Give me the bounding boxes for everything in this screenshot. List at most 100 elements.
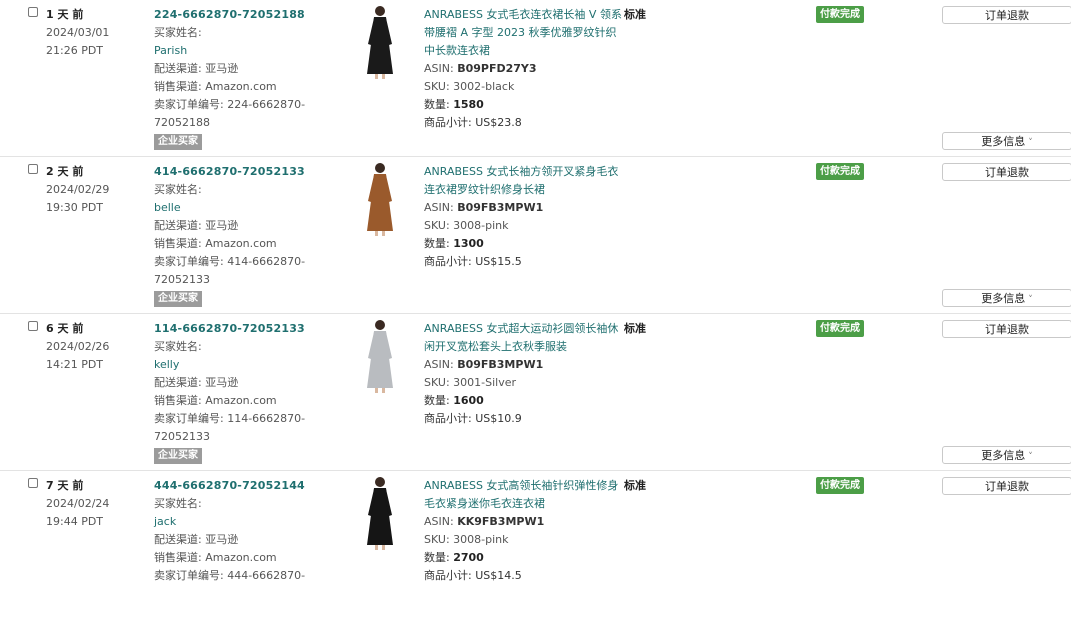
- order-date: 2024/02/24: [46, 497, 110, 510]
- product-title-line[interactable]: 毛衣紧身迷你毛衣连衣裙: [424, 495, 659, 513]
- asin-value: B09FB3MPW1: [457, 201, 544, 214]
- sku: SKU: 3008-pink: [424, 219, 509, 232]
- order-info: 414-6662870-72052133 买家姓名: belle 配送渠道: 亚…: [154, 163, 309, 307]
- seller-order-number: 卖家订单编号: 224-6662870-: [154, 98, 306, 111]
- asin-value: B09FB3MPW1: [457, 358, 544, 371]
- payment-status-badge: 付款完成: [816, 6, 864, 23]
- order-date: 2024/02/29: [46, 183, 110, 196]
- order-time: 21:26 PDT: [46, 44, 104, 57]
- order-date: 2024/02/26: [46, 340, 110, 353]
- item-subtotal: 商品小计: US$14.5: [424, 569, 522, 582]
- order-date-block: 2 天 前 2024/02/29 19:30 PDT: [46, 163, 109, 217]
- buyer-label: 买家姓名:: [154, 26, 202, 39]
- asin-line: ASIN: B09FB3MPW1: [424, 201, 544, 214]
- business-buyer-badge: 企业买家: [154, 134, 202, 150]
- order-list: 1 天 前 2024/03/01 21:26 PDT 224-6662870-7…: [0, 0, 1071, 628]
- product-title-line[interactable]: 带腰褶 A 字型 2023 秋季优雅罗纹针织: [424, 24, 659, 42]
- order-info: 444-6662870-72052144 买家姓名: jack 配送渠道: 亚马…: [154, 477, 309, 585]
- order-date-block: 6 天 前 2024/02/26 14:21 PDT: [46, 320, 109, 374]
- order-date: 2024/03/01: [46, 26, 110, 39]
- asin-value: B09PFD27Y3: [457, 62, 537, 75]
- fulfillment-channel: 配送渠道: 亚马逊: [154, 219, 239, 232]
- product-image[interactable]: [360, 475, 400, 551]
- order-time: 19:44 PDT: [46, 515, 104, 528]
- refund-button[interactable]: 订单退款: [942, 320, 1071, 338]
- item-subtotal: 商品小计: US$10.9: [424, 412, 522, 425]
- order-age: 1 天 前: [46, 8, 84, 21]
- order-id-link[interactable]: 114-6662870-72052133: [154, 320, 309, 338]
- seller-order-number: 卖家订单编号: 444-6662870-: [154, 569, 306, 582]
- asin-line: ASIN: KK9FB3MPW1: [424, 515, 545, 528]
- select-checkbox[interactable]: [28, 478, 38, 488]
- order-row: 6 天 前 2024/02/26 14:21 PDT 114-6662870-7…: [0, 314, 1071, 471]
- order-time: 19:30 PDT: [46, 201, 104, 214]
- order-row: 2 天 前 2024/02/29 19:30 PDT 414-6662870-7…: [0, 157, 1071, 314]
- sales-channel: 销售渠道: Amazon.com: [154, 394, 277, 407]
- product-info: ANRABESS 女式高领长袖针织弹性修身 标准 毛衣紧身迷你毛衣连衣裙 ASI…: [424, 477, 659, 585]
- seller-order-number-cont: 72052188: [154, 116, 210, 129]
- sku: SKU: 3001-Silver: [424, 376, 517, 389]
- quantity-value: 1300: [453, 237, 484, 250]
- sku: SKU: 3002-black: [424, 80, 515, 93]
- quantity-line: 数量: 1580: [424, 98, 484, 111]
- product-info: ANRABESS 女式毛衣连衣裙长袖 V 领系 标准 带腰褶 A 字型 2023…: [424, 6, 659, 132]
- product-title-line[interactable]: 中长款连衣裙: [424, 42, 659, 60]
- quantity-value: 1600: [453, 394, 484, 407]
- quantity-value: 1580: [453, 98, 484, 111]
- standard-badge: 标准: [624, 322, 646, 335]
- order-time: 14:21 PDT: [46, 358, 104, 371]
- asin-value: KK9FB3MPW1: [457, 515, 545, 528]
- more-info-button[interactable]: 更多信息 ˅: [942, 289, 1071, 307]
- order-id-link[interactable]: 414-6662870-72052133: [154, 163, 309, 181]
- product-title-line[interactable]: ANRABESS 女式长袖方领开叉紧身毛衣: [424, 163, 659, 181]
- refund-button[interactable]: 订单退款: [942, 163, 1071, 181]
- seller-order-number-cont: 72052133: [154, 430, 210, 443]
- chevron-down-icon: ˅: [1028, 295, 1033, 305]
- standard-badge: 标准: [624, 8, 646, 21]
- fulfillment-channel: 配送渠道: 亚马逊: [154, 376, 239, 389]
- select-checkbox[interactable]: [28, 321, 38, 331]
- sales-channel: 销售渠道: Amazon.com: [154, 551, 277, 564]
- refund-button[interactable]: 订单退款: [942, 477, 1071, 495]
- refund-button[interactable]: 订单退款: [942, 6, 1071, 24]
- quantity-value: 2700: [453, 551, 484, 564]
- product-title-line[interactable]: 连衣裙罗纹针织修身长裙: [424, 181, 659, 199]
- item-subtotal: 商品小计: US$15.5: [424, 255, 522, 268]
- order-date-block: 7 天 前 2024/02/24 19:44 PDT: [46, 477, 109, 531]
- seller-order-number: 卖家订单编号: 114-6662870-: [154, 412, 306, 425]
- business-buyer-badge: 企业买家: [154, 448, 202, 464]
- asin-line: ASIN: B09PFD27Y3: [424, 62, 537, 75]
- sales-channel: 销售渠道: Amazon.com: [154, 80, 277, 93]
- product-info: ANRABESS 女式长袖方领开叉紧身毛衣 连衣裙罗纹针织修身长裙 ASIN: …: [424, 163, 659, 271]
- order-row: 7 天 前 2024/02/24 19:44 PDT 444-6662870-7…: [0, 471, 1071, 628]
- more-info-button[interactable]: 更多信息 ˅: [942, 446, 1071, 464]
- buyer-name[interactable]: jack: [154, 513, 309, 531]
- buyer-name[interactable]: Parish: [154, 42, 309, 60]
- order-row: 1 天 前 2024/03/01 21:26 PDT 224-6662870-7…: [0, 0, 1071, 157]
- product-image[interactable]: [360, 161, 400, 237]
- more-info-button[interactable]: 更多信息 ˅: [942, 132, 1071, 150]
- quantity-line: 数量: 2700: [424, 551, 484, 564]
- product-title-line[interactable]: 闲开叉宽松套头上衣秋季服装: [424, 338, 659, 356]
- chevron-down-icon: ˅: [1028, 138, 1033, 148]
- payment-status-badge: 付款完成: [816, 163, 864, 180]
- order-info: 114-6662870-72052133 买家姓名: kelly 配送渠道: 亚…: [154, 320, 309, 464]
- order-id-link[interactable]: 224-6662870-72052188: [154, 6, 309, 24]
- product-image[interactable]: [360, 4, 400, 80]
- standard-badge: 标准: [624, 479, 646, 492]
- select-checkbox[interactable]: [28, 7, 38, 17]
- payment-status-badge: 付款完成: [816, 320, 864, 337]
- product-info: ANRABESS 女式超大运动衫圆领长袖休 标准 闲开叉宽松套头上衣秋季服装 A…: [424, 320, 659, 428]
- select-checkbox[interactable]: [28, 164, 38, 174]
- payment-status-badge: 付款完成: [816, 477, 864, 494]
- buyer-label: 买家姓名:: [154, 497, 202, 510]
- sku: SKU: 3008-pink: [424, 533, 509, 546]
- product-image[interactable]: [360, 318, 400, 394]
- buyer-name[interactable]: kelly: [154, 356, 309, 374]
- buyer-name[interactable]: belle: [154, 199, 309, 217]
- more-info-label: 更多信息: [981, 135, 1026, 148]
- order-date-block: 1 天 前 2024/03/01 21:26 PDT: [46, 6, 109, 60]
- sales-channel: 销售渠道: Amazon.com: [154, 237, 277, 250]
- buyer-label: 买家姓名:: [154, 340, 202, 353]
- order-id-link[interactable]: 444-6662870-72052144: [154, 477, 309, 495]
